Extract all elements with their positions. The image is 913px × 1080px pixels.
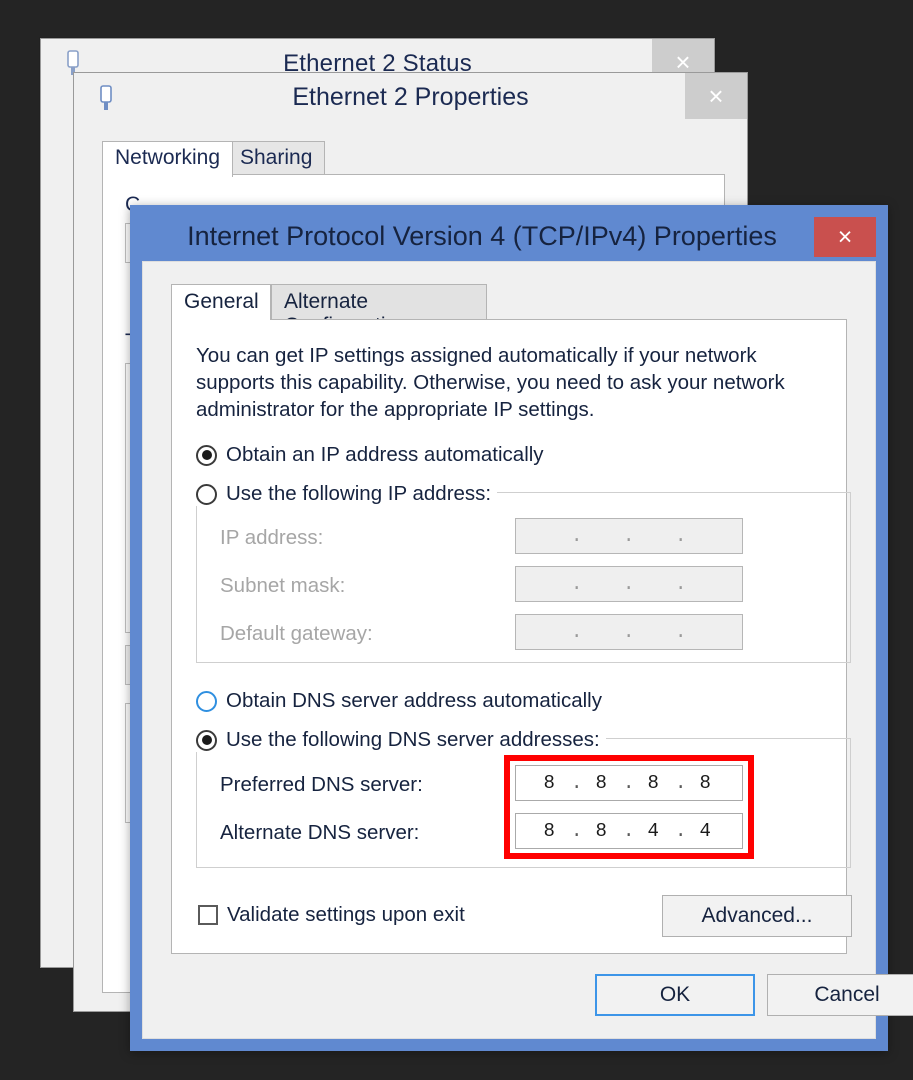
separator: . — [571, 573, 586, 595]
ip-address-label: IP address: — [220, 526, 324, 549]
checkbox-indicator — [198, 905, 218, 925]
octet-2: 8 — [595, 772, 611, 794]
validate-settings-checkbox[interactable]: Validate settings upon exit — [198, 903, 465, 927]
octet-4: 8 — [699, 772, 715, 794]
radio-label: Obtain DNS server address automatically — [226, 689, 602, 712]
separator: . — [571, 820, 586, 842]
dialog-close-button[interactable]: × — [814, 217, 876, 257]
dialog-tcpipv4-properties[interactable]: Internet Protocol Version 4 (TCP/IPv4) P… — [130, 205, 913, 1051]
separator: . — [571, 772, 586, 794]
preferred-dns-input[interactable]: 8 . 8 . 8 . 8 — [515, 765, 743, 801]
radio-label: Obtain an IP address automatically — [226, 443, 544, 466]
octet-3: 8 — [647, 772, 663, 794]
alternate-dns-input[interactable]: 8 . 8 . 4 . 4 — [515, 813, 743, 849]
ok-button[interactable]: OK — [595, 974, 755, 1016]
advanced-button[interactable]: Advanced... — [662, 895, 852, 937]
dialog-client-area: General Alternate Configuration You can … — [142, 261, 913, 1039]
radio-indicator — [196, 483, 217, 505]
tab-alternate-configuration[interactable]: Alternate Configuration — [271, 284, 487, 337]
radio-indicator — [196, 444, 217, 466]
separator: . — [623, 772, 638, 794]
separator: . — [623, 573, 638, 595]
properties-title: Ethernet 2 Properties — [292, 83, 529, 111]
radio-label: Use the following DNS server addresses: — [226, 728, 600, 751]
radio-label: Use the following IP address: — [226, 482, 492, 505]
octet-1: 8 — [543, 820, 559, 842]
radio-obtain-dns-automatically[interactable]: Obtain DNS server address automatically — [196, 689, 602, 713]
checkbox-label: Validate settings upon exit — [227, 903, 465, 926]
properties-close-button[interactable]: × — [685, 73, 747, 119]
radio-use-following-dns[interactable]: Use the following DNS server addresses: — [196, 728, 606, 752]
separator: . — [675, 772, 690, 794]
octet-2: 8 — [595, 820, 611, 842]
dialog-title: Internet Protocol Version 4 (TCP/IPv4) P… — [187, 221, 777, 251]
properties-titlebar: Ethernet 2 Properties × — [74, 73, 747, 123]
properties-tabstrip: Networking Sharing — [102, 141, 725, 177]
screen: Ethernet 2 Status × Ethernet 2 Propertie… — [0, 0, 913, 1080]
separator: . — [675, 525, 690, 547]
separator: . — [571, 525, 586, 547]
separator: . — [675, 573, 690, 595]
tab-sharing[interactable]: Sharing — [227, 141, 326, 175]
separator: . — [571, 621, 586, 643]
subnet-mask-input: . . . — [515, 566, 743, 602]
dialog-titlebar: Internet Protocol Version 4 (TCP/IPv4) P… — [142, 217, 876, 265]
separator: . — [675, 820, 690, 842]
radio-indicator — [196, 690, 217, 712]
default-gateway-input: . . . — [515, 614, 743, 650]
dialog-description: You can get IP settings assigned automat… — [196, 344, 785, 421]
tab-networking[interactable]: Networking — [102, 141, 234, 177]
ip-address-input: . . . — [515, 518, 743, 554]
subnet-mask-label: Subnet mask: — [220, 574, 346, 597]
separator: . — [623, 525, 638, 547]
octet-4: 4 — [699, 820, 715, 842]
dialog-general-page: You can get IP settings assigned automat… — [171, 319, 852, 954]
default-gateway-label: Default gateway: — [220, 622, 373, 645]
octet-3: 4 — [647, 820, 663, 842]
separator: . — [623, 820, 638, 842]
tab-general[interactable]: General — [171, 284, 271, 320]
octet-1: 8 — [543, 772, 559, 794]
radio-use-following-ip[interactable]: Use the following IP address: — [196, 482, 498, 506]
radio-obtain-ip-automatically[interactable]: Obtain an IP address automatically — [196, 443, 544, 467]
cancel-button[interactable]: Cancel — [767, 974, 913, 1016]
radio-indicator — [196, 729, 217, 751]
separator: . — [675, 621, 690, 643]
preferred-dns-label: Preferred DNS server: — [220, 773, 423, 796]
alternate-dns-label: Alternate DNS server: — [220, 821, 420, 844]
separator: . — [623, 621, 638, 643]
